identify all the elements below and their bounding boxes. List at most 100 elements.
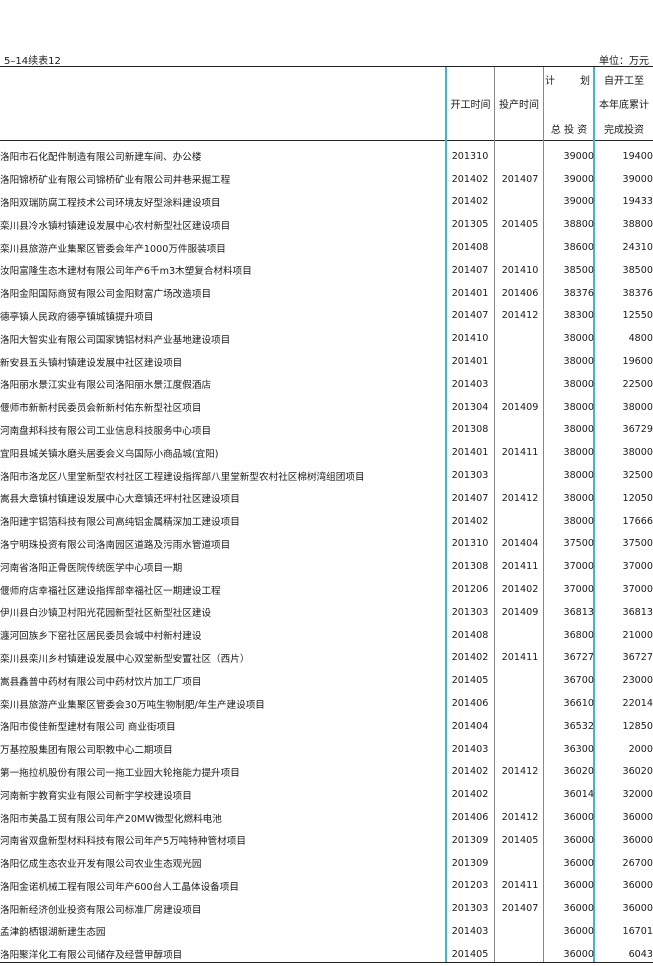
table-row: 新安县五头镇村镇建设发展中社区建设项目 201401 38000 19600: [0, 350, 653, 373]
total-investment-cell: 36727: [563, 652, 594, 664]
project-name-cell: 洛阳新经济创业投资有限公司标准厂房建设项目: [0, 904, 202, 916]
total-investment-cell: 36532: [563, 720, 594, 732]
project-name-cell: 宜阳县城关镇水磨头居委会义乌国际小商品城(宜阳): [0, 448, 219, 460]
col-header-cumulative-2: 本年底累计: [599, 100, 649, 111]
start-time-cell: 201403: [451, 925, 489, 937]
table-row: 万基控股集团有限公司职教中心二期项目 201403 36300 2000: [0, 738, 653, 761]
operation-time-cell: 201406: [501, 287, 539, 299]
table-row: 宜阳县城关镇水磨头居委会义乌国际小商品城(宜阳) 201401 201411 3800…: [0, 441, 653, 464]
project-name-cell: 栾川县旅游产业集聚区管委会年产1000万件服装项目: [0, 243, 226, 255]
total-investment-cell: 39000: [563, 173, 594, 185]
table-row: 栾川县旅游产业集聚区管委会年产1000万件服装项目 201408 38600 2431…: [0, 236, 653, 259]
table-row: 德亭镇人民政府德亭镇城镇提升项目 201407 201412 38300 12550: [0, 305, 653, 328]
start-time-cell: 201406: [451, 812, 489, 823]
total-investment-cell: 36300: [563, 743, 594, 755]
table-row: 汝阳富隆生态木建材有限公司年产6千m3木塑复合材料项目 201407 201410 3…: [0, 259, 653, 282]
project-name-cell: 嵩县大章镇村镇建设发展中心大章镇还坪村社区建设项目: [0, 494, 240, 506]
cumulative-investment-cell: 36000: [622, 812, 653, 823]
start-time-cell: 201206: [451, 584, 489, 596]
cumulative-investment-cell: 22500: [622, 378, 653, 390]
table-row: 洛阳大智实业有限公司国家铸铝材料产业基地建设项目 201410 38000 4800: [0, 327, 653, 350]
project-name-cell: 河南新宇教育实业有限公司新宇学校建设项目: [0, 790, 192, 802]
start-time-cell: 201407: [451, 264, 489, 276]
total-investment-cell: 36000: [563, 834, 594, 846]
table-row: 偃师市新新村民委员会新新村佑东新型社区项目 201304 201409 38000 38…: [0, 396, 653, 419]
total-investment-cell: 38000: [563, 378, 594, 390]
total-investment-cell: 36000: [563, 812, 594, 823]
cumulative-investment-cell: 12050: [622, 492, 653, 504]
table-row: 洛阳市洛龙区八里堂新型农村社区工程建设指挥部八里堂新型农村社区棉树湾组团项目 20…: [0, 464, 653, 487]
operation-time-cell: [495, 145, 545, 168]
col-header-cumulative-1: 自开工至: [604, 76, 644, 87]
cumulative-investment-cell: 38500: [622, 264, 653, 276]
total-investment-cell: 38800: [563, 219, 594, 231]
project-name-cell: 嵩县鑫普中药材有限公司中药材饮片加工厂项目: [0, 676, 202, 688]
cumulative-investment-cell: 12550: [622, 310, 653, 322]
total-investment-cell: 37500: [563, 538, 594, 550]
top-rule: [0, 66, 653, 67]
start-time-cell: 201401: [451, 447, 489, 459]
start-time-cell: 201310: [451, 150, 489, 162]
cumulative-investment-cell: 37000: [622, 584, 653, 596]
project-name-cell: 洛阳市俊佳新型建材有限公司 商业街项目: [0, 722, 176, 734]
start-time-cell: 201408: [451, 242, 489, 254]
cumulative-investment-cell: 17666: [622, 515, 653, 527]
cumulative-investment-cell: 2000: [628, 743, 653, 755]
cumulative-investment-cell: 38376: [622, 287, 653, 299]
start-time-cell: 201402: [451, 652, 489, 664]
cumulative-investment-cell: 22014: [622, 698, 653, 710]
cumulative-investment-cell: 4800: [628, 333, 653, 345]
total-investment-cell: 38300: [563, 310, 594, 322]
operation-time-cell: [495, 510, 545, 533]
operation-time-cell: 201407: [501, 173, 539, 185]
total-investment-cell: 38000: [563, 356, 594, 368]
total-investment-cell: 38000: [563, 424, 594, 436]
project-name-cell: 洛阳锦桥矿业有限公司锦桥矿业有限公司井巷采掘工程: [0, 175, 231, 187]
cumulative-investment-cell: 36813: [622, 606, 653, 618]
cumulative-investment-cell: 39000: [622, 173, 653, 185]
project-name-cell: 河南盘邦科技有限公司工业信息科技服务中心项目: [0, 425, 212, 437]
operation-time-cell: 201404: [501, 538, 539, 550]
project-name-cell: 洛阳市洛龙区八里堂新型农村社区工程建设指挥部八里堂新型农村社区棉树湾组团项目: [0, 471, 365, 483]
operation-time-cell: 201412: [501, 492, 539, 504]
total-investment-cell: 36000: [563, 903, 594, 915]
operation-time-cell: [495, 715, 545, 738]
start-time-cell: 201303: [451, 903, 489, 915]
operation-time-cell: 201412: [501, 310, 539, 322]
table-row: 洛阳金阳国际商贸有限公司金阳财富广场改造项目 201401 201406 38376 3…: [0, 282, 653, 305]
start-time-cell: 201402: [451, 515, 489, 527]
start-time-cell: 201304: [451, 401, 489, 413]
project-name-cell: 洛阳市美晶工贸有限公司年产20MW微型化燃料电池: [0, 813, 222, 825]
operation-time-cell: [495, 920, 545, 943]
table-row: 嵩县大章镇村镇建设发展中心大章镇还坪村社区建设项目 201407 201412 380…: [0, 487, 653, 510]
cumulative-investment-cell: 19600: [622, 356, 653, 368]
operation-time-cell: [495, 350, 545, 373]
table-row: 栾川县冷水镇村镇建设发展中心农村新型社区建设项目 201305 201405 3880…: [0, 213, 653, 236]
operation-time-cell: 201411: [501, 880, 539, 892]
total-investment-cell: 36700: [563, 675, 594, 687]
table-id: 5–14续表12: [4, 56, 61, 67]
operation-time-cell: [495, 943, 545, 966]
table-row: 河南省双盘新型材料科技有限公司年产5万吨特种管材项目 201309 201405 36…: [0, 829, 653, 852]
project-name-cell: 伊川县白沙镇卫村阳光花园新型社区新型社区建设: [0, 608, 212, 620]
table-row: 河南盘邦科技有限公司工业信息科技服务中心项目 201308 38000 36729: [0, 419, 653, 442]
start-time-cell: 201406: [451, 698, 489, 710]
header-rule: [0, 140, 653, 141]
total-investment-cell: 38376: [563, 287, 594, 299]
total-investment-cell: 38000: [563, 492, 594, 504]
total-investment-cell: 36000: [563, 880, 594, 892]
total-investment-cell: 39000: [563, 196, 594, 208]
unit-label: 单位：万元: [599, 56, 649, 67]
project-name-cell: 汝阳富隆生态木建材有限公司年产6千m3木塑复合材料项目: [0, 266, 252, 278]
operation-time-cell: 201411: [501, 561, 539, 573]
start-time-cell: 201405: [451, 675, 489, 687]
project-name-cell: 洛阳建宇铝箔科技有限公司高纯铝金属精深加工建设项目: [0, 517, 240, 529]
total-investment-cell: 36813: [563, 606, 594, 618]
operation-time-cell: [495, 692, 545, 715]
cumulative-investment-cell: 36000: [622, 834, 653, 846]
table-row: 嵩县鑫普中药材有限公司中药材饮片加工厂项目 201405 36700 23000: [0, 669, 653, 692]
start-time-cell: 201407: [451, 492, 489, 504]
start-time-cell: 201410: [451, 333, 489, 345]
operation-time-cell: [495, 236, 545, 259]
project-name-cell: 洛阳金阳国际商贸有限公司金阳财富广场改造项目: [0, 289, 212, 301]
